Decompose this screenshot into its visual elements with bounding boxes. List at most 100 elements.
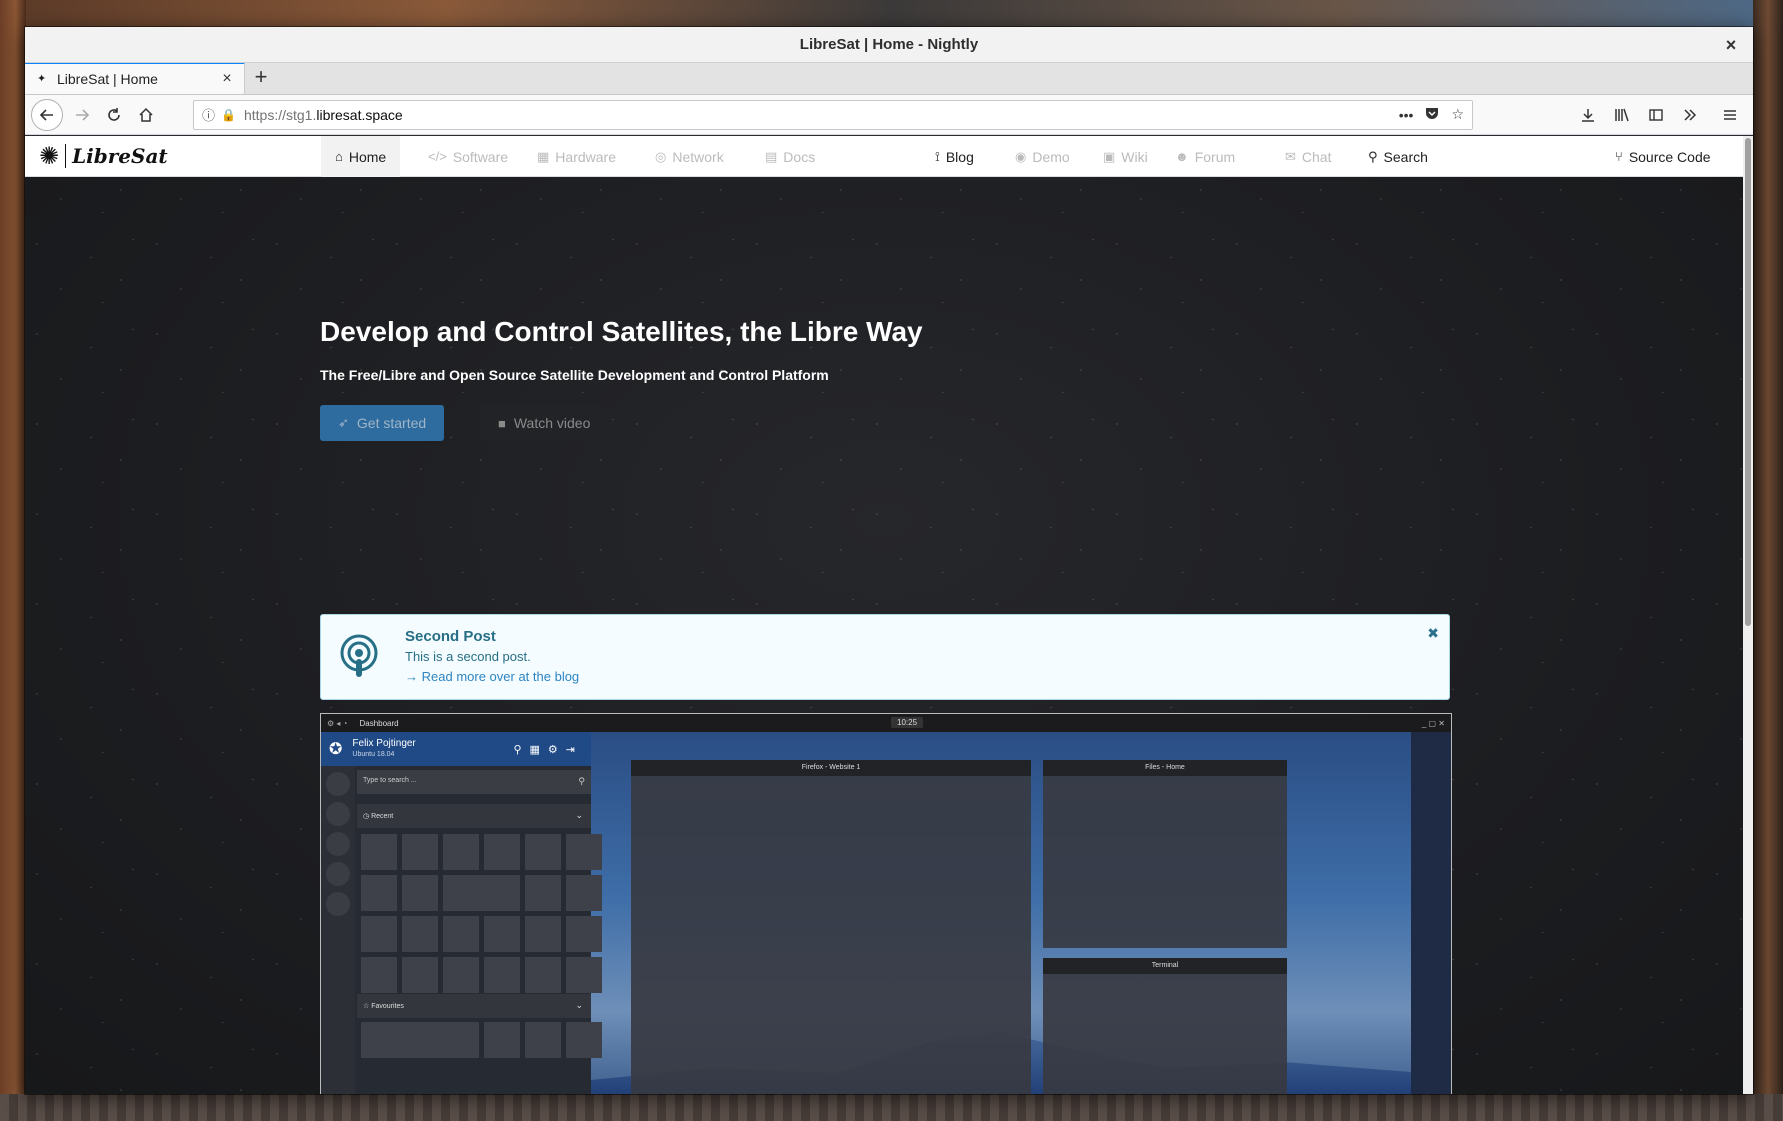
screenshot-recent-grid xyxy=(361,834,602,993)
wiki-icon: ▣ xyxy=(1103,148,1116,164)
screenshot-favourites-section: ☆ Favourites ⌄ xyxy=(357,994,591,1018)
nav-source-code[interactable]: ⑂ Source Code xyxy=(1615,136,1711,177)
post-body: This is a second post. xyxy=(405,649,531,664)
screenshot-topbar: ⚙ ◂ ◔ Dashboard 10:25 _ ▢ ✕ xyxy=(321,714,1451,732)
reload-icon xyxy=(108,107,120,121)
screenshot-favourites-grid xyxy=(361,1022,602,1058)
chevron-down-icon: ⌄ xyxy=(575,1000,583,1010)
chat-icon: ✉ xyxy=(1285,148,1296,164)
nav-search[interactable]: ⚲ Search xyxy=(1368,136,1428,177)
desktop-background-bottom xyxy=(0,1094,1783,1121)
code-icon: </> xyxy=(428,149,447,164)
download-icon xyxy=(1582,108,1594,122)
hardware-icon: ▦ xyxy=(537,148,550,164)
logo-mark-icon: ✺ xyxy=(39,142,60,170)
desktop-background-right xyxy=(1753,0,1783,1121)
sidebar-button[interactable] xyxy=(1641,100,1671,130)
home-icon xyxy=(139,107,153,122)
screenshot-sidebar: ✪ Felix Pojtinger Ubuntu 18.04 ⚲▦⚙⇥ Type… xyxy=(321,732,602,1094)
nav-chat[interactable]: ✉ Chat xyxy=(1285,136,1331,177)
window-title: LibreSat | Home - Nightly xyxy=(799,36,979,53)
hamburger-menu-icon xyxy=(1724,109,1736,120)
tab-strip: ✦ LibreSat | Home × + xyxy=(25,62,1753,95)
screenshot-terminal-window: Terminal xyxy=(1043,958,1287,1094)
read-more-link[interactable]: → Read more over at the blog xyxy=(405,669,579,684)
back-button[interactable] xyxy=(31,98,63,131)
close-icon[interactable]: ✖ xyxy=(1427,625,1439,642)
lock-icon: 🔒 xyxy=(221,107,236,122)
search-icon: ⚲ xyxy=(578,776,585,786)
nav-wiki[interactable]: ▣ Wiki xyxy=(1103,136,1148,177)
back-arrow-icon xyxy=(39,108,53,121)
screenshot-user-name: Felix Pojtinger xyxy=(352,738,416,749)
video-camera-icon: ■ xyxy=(498,415,506,431)
screenshot-clock: 10:25 xyxy=(891,717,924,728)
screenshot-firefox-window: Firefox - Website 1 xyxy=(631,760,1031,1094)
hero-title: Develop and Control Satellites, the Libr… xyxy=(320,316,923,347)
rocket-icon: ➶ xyxy=(338,415,349,430)
screenshot-user-header: ✪ Felix Pojtinger Ubuntu 18.04 ⚲▦⚙⇥ xyxy=(321,732,591,766)
app-menu-button[interactable] xyxy=(1715,100,1745,130)
screenshot-dock xyxy=(321,766,355,1094)
downloads-button[interactable] xyxy=(1573,100,1603,130)
site-info-icon[interactable]: ⓘ xyxy=(202,105,215,124)
nav-software[interactable]: </> Software xyxy=(428,136,508,177)
new-tab-button[interactable]: + xyxy=(245,62,277,94)
star-icon: ☆ xyxy=(363,1003,372,1010)
reload-button[interactable] xyxy=(99,100,129,130)
nav-demo[interactable]: ◉ Demo xyxy=(1015,136,1070,177)
nav-blog[interactable]: ⟟ Blog xyxy=(935,136,974,177)
nav-home[interactable]: ⌂ Home xyxy=(321,136,401,177)
url-bar[interactable]: ⓘ 🔒 https://stg1. libresat.space ••• ☆ xyxy=(193,99,1473,130)
window-controls-icon: _ ▢ ✕ xyxy=(1421,718,1445,728)
rss-icon: ⟟ xyxy=(935,148,940,164)
nav-network[interactable]: ◎ Network xyxy=(655,136,724,177)
window-close-button[interactable]: × xyxy=(1719,33,1743,57)
clock-icon: ◷ xyxy=(363,813,372,820)
forward-arrow-icon xyxy=(76,108,90,121)
users-icon: ☻ xyxy=(1175,149,1189,164)
screenshot-toolbar-icons: ⚲▦⚙⇥ xyxy=(513,743,583,756)
page-scrollbar[interactable] xyxy=(1743,136,1753,1094)
screenshot-topbar-label: Dashboard xyxy=(359,718,399,728)
pocket-icon[interactable] xyxy=(1425,106,1439,123)
globe-icon: ◎ xyxy=(655,148,667,164)
nav-hardware[interactable]: ▦ Hardware xyxy=(537,136,616,177)
library-button[interactable] xyxy=(1607,100,1637,130)
book-icon: ▤ xyxy=(765,148,778,164)
page-actions-menu-icon[interactable]: ••• xyxy=(1399,107,1414,123)
nav-forum[interactable]: ☻ Forum xyxy=(1175,136,1235,177)
hero-subtitle: The Free/Libre and Open Source Satellite… xyxy=(320,367,829,383)
post-title: Second Post xyxy=(405,628,496,645)
tray-icons: ⚙ ◂ ◔ xyxy=(327,718,348,728)
desktop-background-left xyxy=(0,0,26,1121)
window-titlebar: LibreSat | Home - Nightly × xyxy=(25,27,1753,63)
home-button[interactable] xyxy=(131,100,161,130)
watch-video-button[interactable]: ■ Watch video xyxy=(480,405,609,441)
ubuntu-logo-icon: ✪ xyxy=(329,741,343,758)
forward-button[interactable] xyxy=(67,100,97,130)
browser-window: LibreSat | Home - Nightly × ✦ LibreSat |… xyxy=(25,27,1753,1094)
screenshot-search: Type to search ... ⚲ xyxy=(357,770,591,794)
get-started-button[interactable]: ➶ Get started xyxy=(320,405,445,441)
screenshot-recent-section: ◷ Recent ⌄ xyxy=(357,804,591,828)
page-viewport: ✺ LibreSat ⌂ Home </> Software ▦ Hardware ◎… xyxy=(25,136,1743,1094)
desktop-background-top xyxy=(0,0,1783,28)
chevrons-right-icon xyxy=(1684,108,1697,121)
tab-title: LibreSat | Home xyxy=(57,71,158,87)
site-logo[interactable]: ✺ LibreSat xyxy=(39,141,168,171)
screenshot-files-window: Files - Home xyxy=(1043,760,1287,948)
bookmark-star-icon[interactable]: ☆ xyxy=(1451,106,1464,123)
sidebar-icon xyxy=(1649,108,1663,121)
url-prefix: https://stg1. xyxy=(243,106,317,123)
product-screenshot: ⚙ ◂ ◔ Dashboard 10:25 _ ▢ ✕ ✪ Felix Pojt… xyxy=(320,713,1452,1094)
logo-text: LibreSat xyxy=(72,144,168,168)
podcast-icon xyxy=(340,634,378,677)
git-branch-icon: ⑂ xyxy=(1615,149,1623,164)
scrollbar-thumb[interactable] xyxy=(1745,138,1751,626)
library-icon xyxy=(1615,108,1629,121)
tab-close-button[interactable]: × xyxy=(218,70,236,88)
tab-libresat-home[interactable]: ✦ LibreSat | Home × xyxy=(25,62,245,94)
overflow-button[interactable] xyxy=(1675,100,1705,130)
nav-docs[interactable]: ▤ Docs xyxy=(765,136,815,177)
